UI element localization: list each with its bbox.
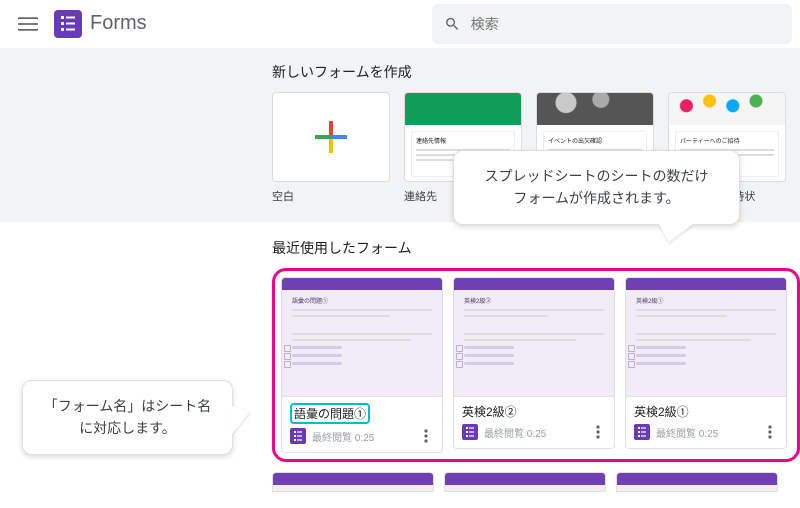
more-vert-icon: [424, 429, 428, 443]
annotation-text: スプレッドシートのシートの数だけ: [472, 165, 721, 187]
forms-file-icon: [634, 424, 650, 440]
search-icon: [444, 15, 461, 33]
form-name: 英検2級①: [634, 403, 778, 420]
form-last-opened: 最終閲覧 0:25: [484, 425, 584, 440]
search-input[interactable]: [471, 16, 780, 32]
form-card[interactable]: 英検2級② 英検2級② 最終閲覧 0:25: [453, 277, 615, 453]
form-card[interactable]: [444, 472, 606, 492]
form-thumb-title: 語彙の問題①: [627, 491, 767, 492]
annotation-text: 「フォーム名」はシート名: [41, 395, 214, 417]
annotation-name-highlight: 語彙の問題①: [290, 403, 370, 424]
recent-section: 最近使用したフォーム 語彙の問題① 語彙の問題① 最終閲覧 0:25: [0, 222, 800, 508]
app-header: Forms: [0, 0, 800, 48]
annotation-text: フォームが作成されます。: [472, 187, 721, 209]
form-card[interactable]: 語彙の問題①: [616, 472, 778, 492]
annotation-text: に対応します。: [41, 417, 214, 439]
form-more-button[interactable]: [762, 425, 778, 439]
plus-icon: [273, 93, 389, 181]
form-thumb-title: 英検2級①: [636, 296, 776, 305]
form-last-opened: 最終閲覧 0:25: [656, 425, 756, 440]
annotation-callout-2: 「フォーム名」はシート名 に対応します。: [22, 380, 233, 455]
forms-logo[interactable]: [54, 10, 82, 38]
form-thumb-title: 英検2級②: [283, 491, 423, 492]
form-more-button[interactable]: [418, 429, 434, 443]
more-vert-icon: [768, 425, 772, 439]
templates-section-title: 新しいフォームを作成: [272, 62, 800, 82]
form-card[interactable]: 英検2級① 英検2級① 最終閲覧 0:25: [625, 277, 787, 453]
main-menu-button[interactable]: [8, 4, 48, 44]
search-bar[interactable]: [432, 4, 792, 44]
form-thumb-title: 英検2級②: [464, 296, 604, 305]
form-name: 語彙の問題①: [290, 403, 434, 424]
form-name: 英検2級②: [462, 403, 606, 420]
recent-section-title: 最近使用したフォーム: [272, 238, 800, 258]
template-thumb-title: パーティーへのご招待: [680, 136, 774, 145]
forms-file-icon: [462, 424, 478, 440]
forms-logo-icon: [61, 15, 75, 33]
form-more-button[interactable]: [590, 425, 606, 439]
form-last-opened: 最終閲覧 0:25: [312, 429, 412, 444]
app-title: Forms: [90, 12, 147, 35]
more-vert-icon: [596, 425, 600, 439]
template-thumb-title: 連絡先情報: [416, 136, 510, 145]
form-card[interactable]: 語彙の問題① 語彙の問題① 最終閲覧 0:25: [281, 277, 443, 453]
template-label: 空白: [272, 188, 390, 204]
form-card[interactable]: 英検2級②: [272, 472, 434, 492]
recent-row-2: 英検2級② 語彙の問題①: [272, 472, 800, 492]
form-thumb-title: 語彙の問題①: [292, 296, 432, 305]
forms-file-icon: [290, 428, 306, 444]
annotation-callout-1: スプレッドシートのシートの数だけ フォームが作成されます。: [453, 150, 740, 225]
template-blank[interactable]: 空白: [272, 92, 390, 204]
template-thumb-title: イベントの出欠確認: [548, 136, 642, 145]
menu-icon: [18, 14, 38, 34]
annotation-highlight-box: 語彙の問題① 語彙の問題① 最終閲覧 0:25 英検2級② 英検2級②: [272, 268, 800, 462]
